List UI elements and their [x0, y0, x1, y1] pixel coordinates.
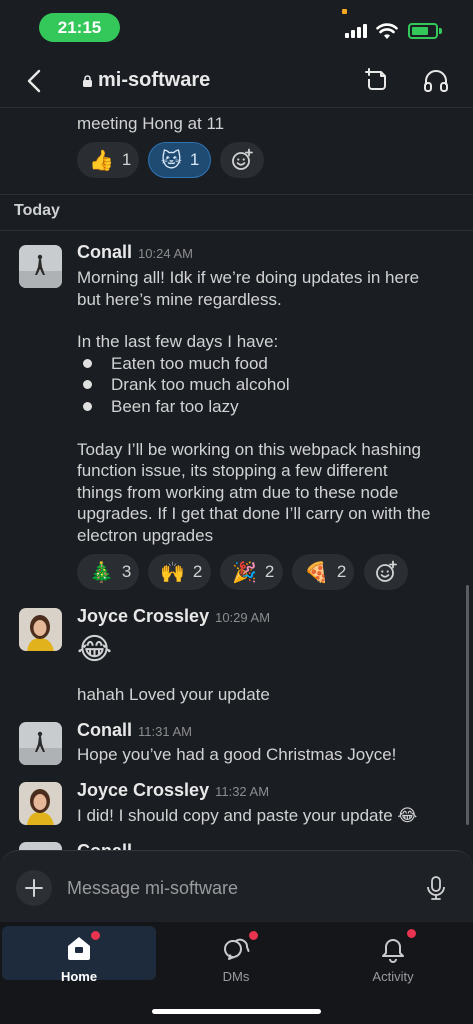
add-emoji-icon [232, 148, 253, 170]
avatar[interactable] [19, 608, 62, 651]
notification-dot [407, 929, 416, 938]
message-header: Conall 11:31 AM [77, 720, 192, 741]
sender-name[interactable]: Joyce Crossley [77, 780, 209, 801]
wifi-icon [376, 23, 398, 39]
list-item: Been far too lazy [111, 397, 239, 416]
reaction-emoji: 🍕 [304, 561, 329, 584]
tab-label: DMs [222, 969, 250, 984]
message-text: electron upgrades [77, 526, 214, 545]
lock-icon [83, 74, 92, 87]
battery-cap [439, 28, 442, 34]
bullet [83, 402, 92, 411]
tab-activity[interactable]: Activity [316, 926, 470, 984]
tab-home[interactable]: Home [2, 926, 156, 984]
avatar[interactable] [19, 245, 62, 288]
reaction-cat[interactable]: 🐱 1 [148, 142, 211, 178]
home-icon [68, 937, 90, 960]
message-text: upgrades. If I get that done I’ll carry … [77, 504, 431, 523]
reaction-count: 2 [264, 562, 275, 581]
message-input[interactable]: Message mi-software [67, 878, 238, 899]
day-divider-line [0, 230, 473, 231]
timestamp: 11:32 AM [215, 784, 270, 799]
message-text: I did! I should copy and paste your upda… [77, 806, 418, 825]
home-indicator [152, 1009, 321, 1014]
day-divider-line [0, 194, 473, 195]
message-text: meeting Hong at 11 [77, 114, 225, 133]
list-item: Eaten too much food [111, 354, 268, 373]
message-text: but here’s mine regardless. [77, 290, 282, 309]
channel-header: mi-software [0, 52, 473, 108]
reaction-count: 3 [121, 562, 132, 581]
sender-name[interactable]: Conall [77, 841, 132, 850]
notification-dot [249, 931, 258, 940]
avatar[interactable] [19, 842, 62, 850]
microphone-icon[interactable] [425, 875, 447, 901]
jumbo-emoji: 😂 [77, 633, 113, 666]
avatar[interactable] [19, 722, 62, 765]
reaction-count: 2 [192, 562, 203, 581]
timestamp: 10:29 AM [215, 610, 271, 625]
list-item: Drank too much alcohol [111, 375, 290, 394]
message-list[interactable]: meeting Hong at 11 👍 1 🐱 1 Today Conall … [0, 108, 473, 850]
bell-icon [382, 939, 404, 963]
message-text: Today I’ll be working on this webpack ha… [77, 440, 421, 459]
message-text: hahah Loved your update [77, 685, 270, 704]
headphones-icon[interactable] [421, 66, 451, 96]
reaction-emoji: 🐱 [161, 149, 182, 172]
avatar[interactable] [19, 782, 62, 825]
reaction-count: 2 [336, 562, 347, 581]
add-reaction-button[interactable] [220, 142, 264, 178]
bullet [83, 359, 92, 368]
reaction-thumbs-up[interactable]: 👍 1 [77, 142, 139, 178]
canvas-icon[interactable] [362, 66, 392, 96]
message-text: things from working atm due to these nod… [77, 483, 399, 502]
reaction-pizza[interactable]: 🍕 2 [292, 554, 354, 590]
message-header: Joyce Crossley 11:32 AM [77, 780, 269, 801]
reaction-emoji: 🎉 [232, 561, 257, 584]
reaction-emoji: 🎄 [89, 561, 114, 584]
battery-icon [408, 23, 438, 39]
back-icon[interactable] [20, 66, 50, 96]
message-composer[interactable]: Message mi-software [0, 850, 473, 922]
notification-dot [91, 931, 100, 940]
dms-icon [224, 938, 250, 960]
channel-title[interactable]: mi-software [82, 69, 210, 92]
attach-button[interactable] [16, 870, 52, 906]
timestamp: 10:24 AM [138, 246, 193, 261]
message-text: Hope you’ve had a good Christmas Joyce! [77, 745, 397, 764]
tab-dms[interactable]: DMs [159, 926, 313, 984]
reaction-emoji: 👍 [89, 149, 114, 172]
bullet [83, 380, 92, 389]
status-bar: 21:15 [0, 0, 473, 52]
signal-icon [345, 24, 367, 38]
sender-name[interactable]: Conall [77, 242, 132, 263]
sender-name[interactable]: Joyce Crossley [77, 606, 209, 627]
tab-label: Activity [372, 969, 414, 984]
message-header: Joyce Crossley 10:29 AM [77, 606, 270, 627]
add-reaction-button[interactable] [364, 554, 408, 590]
reaction-emoji: 🙌 [160, 561, 185, 584]
message-header: Conall 10:24 AM [77, 242, 193, 263]
timestamp: 11:31 AM [138, 724, 192, 739]
status-time: 21:15 [39, 13, 120, 42]
reaction-party[interactable]: 🎉 2 [220, 554, 283, 590]
day-divider: Today [14, 202, 60, 219]
plus-icon [25, 879, 43, 897]
scrollbar[interactable] [466, 585, 469, 825]
tab-label: Home [60, 969, 98, 984]
add-emoji-icon [376, 560, 397, 582]
reaction-count: 1 [121, 150, 132, 169]
channel-name: mi-software [98, 69, 211, 91]
reaction-count: 1 [189, 150, 200, 169]
reaction-tree[interactable]: 🎄 3 [77, 554, 139, 590]
message-text: function issue, its stopping a few diffe… [77, 461, 388, 480]
privacy-indicator [342, 9, 347, 14]
message-text: In the last few days I have: [77, 332, 279, 351]
reaction-raised-hands[interactable]: 🙌 2 [148, 554, 211, 590]
sender-name[interactable]: Conall [77, 720, 132, 741]
message-text: Morning all! Idk if we’re doing updates … [77, 268, 420, 287]
